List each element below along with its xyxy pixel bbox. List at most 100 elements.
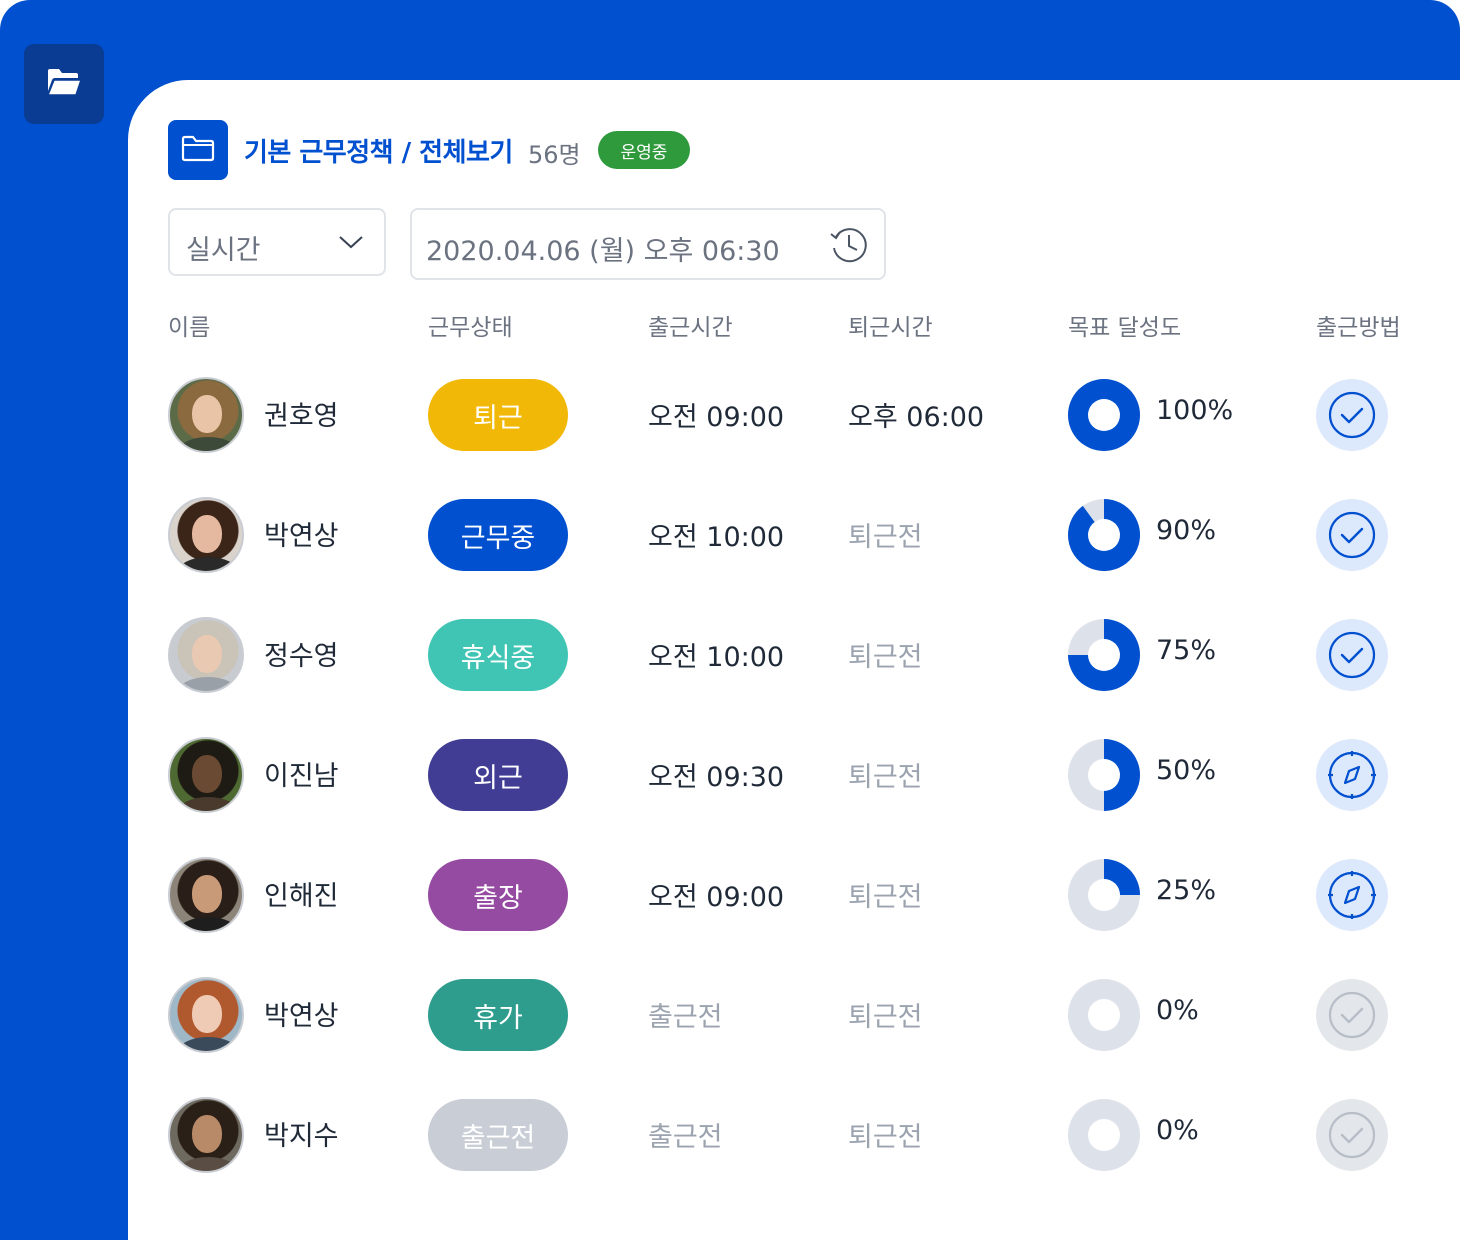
datetime-value: 2020.04.06 (월) 오후 06:30 — [426, 236, 780, 267]
table-row: 박지수 출근전 출근전 퇴근전 0% — [128, 1090, 1460, 1180]
status-pill: 휴식중 — [428, 619, 568, 691]
employee-name: 이진남 — [264, 761, 339, 792]
column-header-status: 근무상태 — [428, 315, 513, 341]
check-circle-icon[interactable] — [1316, 379, 1388, 451]
avatar — [168, 377, 244, 453]
table-row: 이진남 외근 오전 09:30 퇴근전 50% — [128, 730, 1460, 820]
goal-percent: 100% — [1156, 395, 1234, 426]
avatar-face — [192, 875, 222, 913]
goal-percent: 75% — [1156, 635, 1217, 666]
goal-donut — [1068, 379, 1140, 451]
avatar — [168, 497, 244, 573]
goal-donut — [1068, 979, 1140, 1051]
goal-donut-chart — [1068, 739, 1140, 811]
goal-donut-chart — [1068, 859, 1140, 931]
clock-out-time: 오후 06:00 — [848, 402, 985, 433]
chevron-down-icon — [338, 232, 364, 256]
page-title: 기본 근무정책 / 전체보기 — [244, 138, 513, 168]
goal-donut-chart — [1068, 979, 1140, 1051]
avatar-face — [192, 395, 222, 433]
status-pill: 퇴근 — [428, 379, 568, 451]
donut-hole — [1088, 999, 1120, 1031]
datetime-field[interactable]: 2020.04.06 (월) 오후 06:30 — [410, 208, 886, 280]
check-circle-icon-graphic — [1316, 619, 1388, 691]
status-pill: 휴가 — [428, 979, 568, 1051]
method-bg — [1316, 619, 1388, 691]
donut-hole — [1088, 759, 1120, 791]
compass-icon-graphic — [1316, 739, 1388, 811]
compass-icon-graphic — [1316, 859, 1388, 931]
method-bg — [1316, 739, 1388, 811]
goal-percent: 25% — [1156, 875, 1217, 906]
table-row: 박연상 휴가 출근전 퇴근전 0% — [128, 970, 1460, 1060]
folder-open-icon — [45, 66, 83, 102]
column-header-in: 출근시간 — [648, 315, 733, 341]
avatar-face — [192, 1115, 222, 1153]
donut-hole — [1088, 879, 1120, 911]
folder-icon — [181, 134, 215, 166]
status-badge: 운영중 — [598, 131, 690, 169]
goal-percent: 50% — [1156, 755, 1217, 786]
clock-in-time: 오전 09:00 — [648, 402, 785, 433]
status-pill: 출근전 — [428, 1099, 568, 1171]
check-circle-icon-graphic — [1316, 979, 1388, 1051]
goal-donut — [1068, 739, 1140, 811]
clock-in-time: 오전 10:00 — [648, 642, 785, 673]
clock-in-time: 오전 09:00 — [648, 882, 785, 913]
clock-in-time: 출근전 — [648, 1002, 723, 1033]
avatar-face — [192, 635, 222, 673]
compass-icon[interactable] — [1316, 859, 1388, 931]
employee-name: 정수영 — [264, 641, 339, 672]
method-bg — [1316, 1099, 1388, 1171]
clock-out-time: 퇴근전 — [848, 1002, 923, 1033]
clock-in-time: 오전 09:30 — [648, 762, 785, 793]
mode-select-value: 실시간 — [186, 235, 261, 266]
goal-percent: 0% — [1156, 1115, 1199, 1146]
check-circle-icon[interactable] — [1316, 619, 1388, 691]
check-circle-icon[interactable] — [1316, 499, 1388, 571]
check-circle-icon-graphic — [1316, 379, 1388, 451]
avatar — [168, 977, 244, 1053]
check-circle-icon[interactable] — [1316, 1099, 1388, 1171]
donut-hole — [1088, 399, 1120, 431]
goal-donut-chart — [1068, 1099, 1140, 1171]
column-header-out: 퇴근시간 — [848, 315, 933, 341]
table-row: 정수영 휴식중 오전 10:00 퇴근전 75% — [128, 610, 1460, 700]
clock-out-time: 퇴근전 — [848, 1122, 923, 1153]
clock-out-time: 퇴근전 — [848, 882, 923, 913]
sidebar-folder-button[interactable] — [24, 44, 104, 124]
history-clock-icon[interactable] — [828, 224, 870, 270]
employee-name: 박연상 — [264, 1001, 339, 1032]
goal-donut — [1068, 619, 1140, 691]
mode-select[interactable]: 실시간 — [168, 208, 386, 276]
avatar-face — [192, 995, 222, 1033]
table-row: 권호영 퇴근 오전 09:00 오후 06:00 100% — [128, 370, 1460, 460]
status-pill: 외근 — [428, 739, 568, 811]
clock-in-time: 오전 10:00 — [648, 522, 785, 553]
employee-name: 권호영 — [264, 401, 339, 432]
avatar — [168, 857, 244, 933]
compass-icon[interactable] — [1316, 739, 1388, 811]
donut-hole — [1088, 639, 1120, 671]
donut-hole — [1088, 519, 1120, 551]
status-pill: 출장 — [428, 859, 568, 931]
avatar — [168, 1097, 244, 1173]
goal-donut — [1068, 499, 1141, 571]
clock-out-time: 퇴근전 — [848, 762, 923, 793]
check-circle-icon[interactable] — [1316, 979, 1388, 1051]
method-bg — [1316, 379, 1388, 451]
goal-donut-chart — [1068, 379, 1140, 451]
policy-folder-button[interactable] — [168, 120, 228, 180]
donut-hole — [1088, 1119, 1120, 1151]
clock-out-time: 퇴근전 — [848, 642, 923, 673]
employee-name: 박지수 — [264, 1121, 339, 1152]
main-panel: 기본 근무정책 / 전체보기 56명 운영중 실시간 2020.04.06 (월… — [128, 80, 1460, 1240]
avatar-face — [192, 755, 222, 793]
method-bg — [1316, 859, 1388, 931]
column-header-name: 이름 — [168, 315, 211, 341]
table-row: 박연상 근무중 오전 10:00 퇴근전 90% — [128, 490, 1460, 580]
avatar — [168, 617, 244, 693]
clock-out-time: 퇴근전 — [848, 522, 923, 553]
clock-in-time: 출근전 — [648, 1122, 723, 1153]
goal-donut-chart — [1068, 619, 1140, 691]
